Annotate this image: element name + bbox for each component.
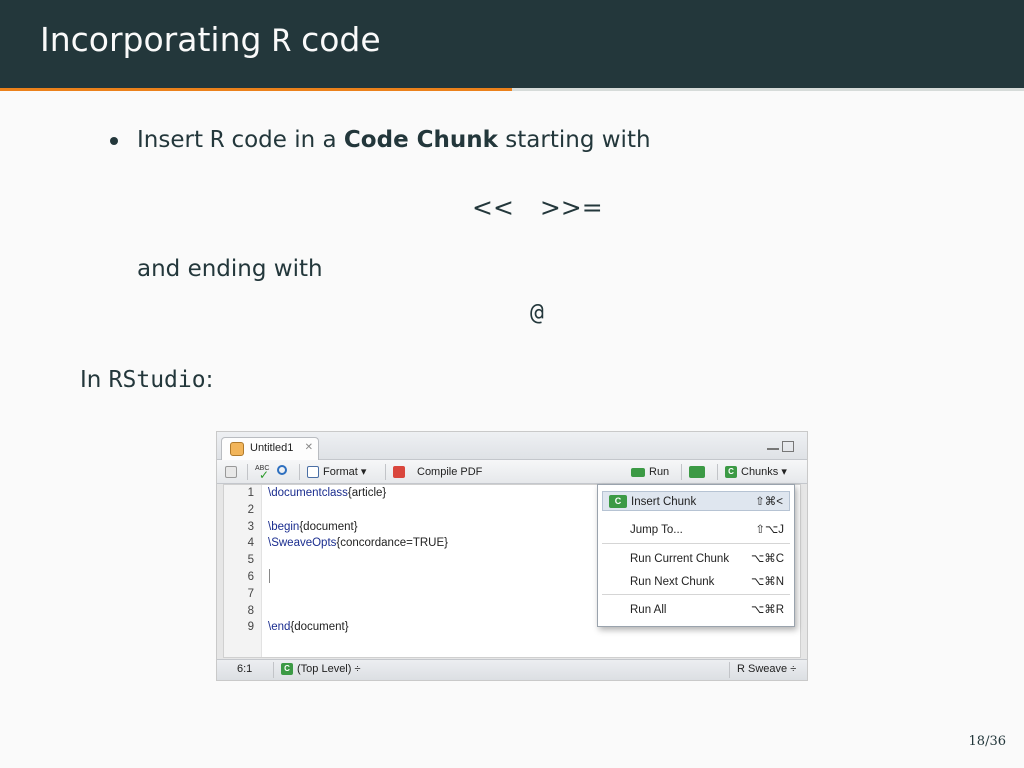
insert-chunk-icon: C bbox=[609, 495, 627, 508]
run-button[interactable]: Run bbox=[631, 464, 669, 480]
save-icon[interactable] bbox=[225, 464, 241, 480]
rstudio-intro: In RStudio: bbox=[80, 367, 214, 393]
bullet-icon bbox=[110, 137, 118, 145]
menu-separator bbox=[602, 594, 790, 595]
file-icon bbox=[230, 442, 244, 456]
toolbar-divider bbox=[247, 464, 248, 480]
format-button[interactable]: Format ▾ bbox=[307, 464, 366, 480]
spellcheck-icon[interactable]: ABC ✓ bbox=[255, 461, 269, 482]
code-line: \SweaveOpts{concordance=TRUE} bbox=[268, 537, 448, 549]
minimize-icon[interactable] bbox=[767, 448, 779, 450]
line-number: 2 bbox=[247, 503, 254, 516]
latex-argument: {document} bbox=[290, 621, 349, 634]
line-number: 9 bbox=[247, 621, 254, 634]
title-code: R bbox=[271, 23, 291, 59]
tab-untitled1[interactable]: Untitled1 ✕ bbox=[221, 437, 319, 460]
status-divider bbox=[729, 662, 730, 678]
line-number: 7 bbox=[247, 587, 254, 600]
rerun-icon[interactable] bbox=[689, 464, 709, 480]
line-number: 5 bbox=[247, 554, 254, 567]
ending-text: and ending with bbox=[137, 256, 323, 282]
run-arrow-icon bbox=[631, 467, 645, 477]
chunks-button[interactable]: C Chunks ▾ bbox=[725, 464, 787, 480]
line-number: 1 bbox=[247, 487, 254, 499]
code-chunk-term: Code Chunk bbox=[343, 127, 498, 153]
latex-argument: {document} bbox=[299, 520, 358, 533]
menu-item-label: Run All bbox=[630, 604, 667, 616]
code-line: \begin{document} bbox=[268, 521, 358, 533]
menu-separator bbox=[602, 543, 790, 544]
menu-item-label: Run Next Chunk bbox=[630, 576, 715, 588]
cursor-position: 6:1 bbox=[237, 663, 253, 675]
code-line: \documentclass{article} bbox=[268, 487, 386, 499]
menu-item-shortcut: ⌥⌘R bbox=[750, 604, 784, 616]
latex-command: \end bbox=[268, 621, 291, 634]
toolbar-divider bbox=[299, 464, 300, 480]
status-bar: 6:1 C (Top Level) ÷ R Sweave ÷ bbox=[217, 659, 807, 680]
file-type-selector[interactable]: R Sweave ÷ bbox=[737, 663, 796, 675]
latex-command: \documentclass bbox=[268, 487, 348, 499]
compile-pdf-button[interactable]: Compile PDF bbox=[393, 464, 482, 480]
tab-bar: Untitled1 ✕ bbox=[217, 432, 807, 460]
slide-title: Incorporating R code bbox=[40, 20, 381, 59]
latex-command: \begin bbox=[268, 520, 300, 533]
latex-argument: {article} bbox=[347, 487, 387, 499]
chunk-icon: C bbox=[281, 663, 293, 676]
close-icon[interactable]: ✕ bbox=[305, 442, 313, 453]
window-controls bbox=[767, 440, 795, 454]
scope-selector[interactable]: C (Top Level) ÷ bbox=[281, 663, 361, 676]
rstudio-screenshot: Untitled1 ✕ ABC ✓ Format ▾ Compile PDF Ru… bbox=[216, 431, 808, 681]
line-number: 6 bbox=[247, 571, 254, 583]
page-number: 18/36 bbox=[968, 734, 1006, 749]
progress-bar bbox=[0, 88, 1024, 91]
menu-item-run-next-chunk[interactable]: Run Next Chunk ⌥⌘N bbox=[602, 572, 790, 592]
pdf-icon bbox=[393, 466, 405, 479]
chunk-start-delimiter: << >>= bbox=[472, 193, 603, 222]
search-icon[interactable] bbox=[277, 464, 287, 480]
menu-item-shortcut: ⇧⌘< bbox=[755, 496, 783, 508]
editor-toolbar: ABC ✓ Format ▾ Compile PDF Run C Chunks ▾ bbox=[217, 460, 807, 484]
bullet-text: Insert R code in a Code Chunk starting w… bbox=[137, 127, 651, 153]
latex-argument: {concordance=TRUE} bbox=[336, 537, 448, 550]
menu-item-label: Jump To... bbox=[630, 524, 683, 536]
code-line: \end{document} bbox=[268, 621, 349, 633]
menu-item-run-all[interactable]: Run All ⌥⌘R bbox=[602, 600, 790, 620]
status-divider bbox=[273, 662, 274, 678]
progress-fill bbox=[0, 88, 512, 91]
chunk-icon: C bbox=[725, 466, 737, 479]
chunk-end-delimiter: @ bbox=[530, 300, 544, 326]
menu-item-shortcut: ⌥⌘C bbox=[750, 553, 784, 565]
toolbar-divider bbox=[681, 464, 682, 480]
chunks-menu: C Insert Chunk ⇧⌘< Jump To... ⇧⌥J Run Current… bbox=[597, 484, 795, 627]
line-number: 8 bbox=[247, 604, 254, 617]
menu-item-label: Insert Chunk bbox=[631, 496, 697, 508]
line-number: 3 bbox=[247, 520, 254, 533]
line-number-gutter: 1 2 3 4 5 6 7 8 9 bbox=[224, 485, 262, 657]
menu-item-jump-to[interactable]: Jump To... ⇧⌥J bbox=[602, 520, 790, 540]
slide-header: Incorporating R code bbox=[0, 0, 1024, 88]
menu-item-shortcut: ⇧⌥J bbox=[755, 524, 784, 536]
menu-item-run-current-chunk[interactable]: Run Current Chunk ⌥⌘C bbox=[602, 549, 790, 569]
line-number: 4 bbox=[247, 537, 254, 550]
menu-item-shortcut: ⌥⌘N bbox=[750, 576, 784, 588]
text-cursor bbox=[269, 569, 270, 583]
format-icon bbox=[307, 466, 319, 479]
maximize-icon[interactable] bbox=[782, 441, 794, 452]
toolbar-divider bbox=[385, 464, 386, 480]
menu-item-insert-chunk[interactable]: C Insert Chunk ⇧⌘< bbox=[602, 491, 790, 511]
menu-item-label: Run Current Chunk bbox=[630, 553, 730, 565]
toolbar-divider bbox=[717, 464, 718, 480]
latex-command: \SweaveOpts bbox=[268, 537, 337, 550]
